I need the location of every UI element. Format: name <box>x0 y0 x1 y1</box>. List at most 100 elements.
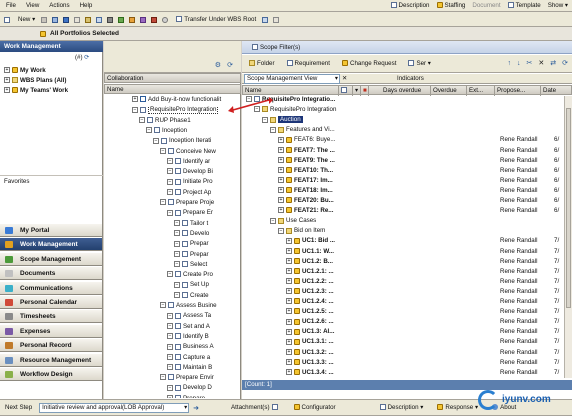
scope-tree-row[interactable]: − RequisitePro Integratio... <box>242 96 564 104</box>
scope-tree-row[interactable]: + UC1.2.2: ... Rene Randall 7/ <box>242 278 564 286</box>
collab-tree-row[interactable]: − Prepar <box>104 240 241 248</box>
transfer-button[interactable]: Transfer Under WBS Root <box>173 15 259 25</box>
menu-actions[interactable]: Actions <box>49 1 69 11</box>
collab-name-header[interactable]: Name <box>104 84 241 94</box>
expand-icon[interactable]: − <box>167 322 173 329</box>
expand-icon[interactable]: + <box>286 298 292 305</box>
expand-icon[interactable]: + <box>4 87 10 94</box>
collab-tree-row[interactable]: − Business A <box>104 343 241 351</box>
collab-settings-icon[interactable]: ⚙ <box>215 61 221 69</box>
scope-tree-row[interactable]: + UC1.3.3: ... Rene Randall 7/ <box>242 359 564 367</box>
collab-refresh-icon[interactable]: ⟳ <box>227 61 233 69</box>
nav-personal-record[interactable]: Personal Record <box>0 339 102 353</box>
col-overdue[interactable]: Overdue <box>431 86 467 96</box>
expand-icon[interactable]: − <box>167 333 173 340</box>
scope-refresh-icon[interactable]: ⟳ <box>562 59 568 69</box>
tool-icon-12[interactable] <box>262 16 269 23</box>
nav-expenses[interactable]: Expenses <box>0 324 102 338</box>
expand-icon[interactable]: − <box>167 384 173 391</box>
collab-tree-row[interactable]: − Create Pro <box>104 271 241 279</box>
next-step-select[interactable]: Initiative review and approval(LOB Appro… <box>39 403 190 413</box>
collab-tree-row[interactable]: − Assess Ta <box>104 312 241 320</box>
expand-icon[interactable]: − <box>146 127 152 134</box>
nav-documents[interactable]: Documents <box>0 267 102 281</box>
next-step-button[interactable]: Next Step <box>2 403 35 413</box>
collab-tree-row[interactable]: − Select <box>104 261 241 269</box>
expand-icon[interactable]: + <box>286 358 292 365</box>
expand-icon[interactable]: + <box>132 96 138 103</box>
expand-icon[interactable]: − <box>139 116 145 123</box>
collab-tree-row[interactable]: − Develop Bi <box>104 168 241 176</box>
tool-icon-7[interactable] <box>107 16 114 23</box>
expand-icon[interactable]: + <box>286 288 292 295</box>
collab-tree-row[interactable]: − Prepare Envir <box>104 374 241 382</box>
expand-icon[interactable]: − <box>167 353 173 360</box>
scope-tree-row[interactable]: + FEAT9: The ... Rene Randall 6/ <box>242 157 564 165</box>
expand-icon[interactable]: + <box>278 207 284 214</box>
tree-item-wbs-plans[interactable]: + WBS Plans (All) <box>4 77 102 85</box>
staffing-tab[interactable]: Staffing <box>436 1 465 11</box>
expand-icon[interactable]: + <box>4 77 10 84</box>
scope-tree-row[interactable]: + FEAT7: The ... Rene Randall 6/ <box>242 147 564 155</box>
scope-tree-row[interactable]: + UC1.2: B... Rene Randall 7/ <box>242 258 564 266</box>
collab-tree-row[interactable]: − Tailor t <box>104 220 241 228</box>
expand-icon[interactable]: − <box>174 250 180 257</box>
scope-tree-row[interactable]: + UC1.1: W... Rene Randall 7/ <box>242 248 564 256</box>
move-up-icon[interactable]: ↑ <box>508 59 512 69</box>
expand-icon[interactable]: + <box>278 146 284 153</box>
collab-tree-row[interactable]: − RequisitePro Integration <box>104 106 241 115</box>
collab-tree-row[interactable]: − Inception Iterati <box>104 137 241 145</box>
change-request-button[interactable]: Change Request <box>339 59 399 69</box>
col-filter[interactable]: ▾ <box>353 86 361 96</box>
nav-communications[interactable]: Communications <box>0 281 102 295</box>
collab-tree-row[interactable]: − Maintain B <box>104 364 241 372</box>
tool-icon-5[interactable] <box>85 16 92 23</box>
response-button[interactable]: Response ▾ <box>434 403 481 413</box>
expand-icon[interactable]: − <box>167 189 173 196</box>
expand-icon[interactable]: − <box>160 374 166 381</box>
expand-icon[interactable]: − <box>174 261 180 268</box>
scope-tree-row[interactable]: − RequisitePro Integration <box>242 106 564 114</box>
col-days-overdue[interactable]: Days overdue <box>381 86 431 96</box>
tool-icon-6[interactable] <box>96 16 103 23</box>
expand-icon[interactable]: − <box>167 158 173 165</box>
menu-view[interactable]: View <box>26 1 39 11</box>
expand-icon[interactable]: + <box>278 156 284 163</box>
refresh-icon[interactable]: ⟳ <box>84 54 89 61</box>
scope-tree-row[interactable]: + FEAT20: Bu... Rene Randall 6/ <box>242 197 564 205</box>
tree-item-my-work[interactable]: + My Work <box>4 67 102 75</box>
scope-tree-row[interactable]: + FEAT6: Buye... Rene Randall 6/ <box>242 136 564 144</box>
expand-icon[interactable]: − <box>278 227 284 234</box>
expand-icon[interactable]: + <box>4 67 10 74</box>
collab-tree-row[interactable]: − Conceive New <box>104 148 241 156</box>
tool-icon-4[interactable] <box>74 16 81 23</box>
folder-button[interactable]: Folder <box>246 59 278 69</box>
view-selector[interactable]: Scope Management View ▾ <box>244 74 340 84</box>
collab-tree-row[interactable]: − Develo <box>104 230 241 238</box>
status-description-button[interactable]: Description ▾ <box>377 403 427 413</box>
expand-icon[interactable]: − <box>167 168 173 175</box>
expand-icon[interactable]: + <box>286 369 292 376</box>
collab-tree-row[interactable]: − Prepare <box>104 395 241 398</box>
expand-icon[interactable]: − <box>167 271 173 278</box>
expand-icon[interactable]: − <box>167 343 173 350</box>
expand-icon[interactable]: + <box>278 167 284 174</box>
scope-tree-row[interactable]: + UC1.2.4: ... Rene Randall 7/ <box>242 298 564 306</box>
scope-tree-row[interactable]: + UC1.3.2: ... Rene Randall 7/ <box>242 349 564 357</box>
col-doc[interactable] <box>339 86 353 96</box>
template-tab[interactable]: Template <box>507 1 541 11</box>
configurator-button[interactable]: Configurator <box>291 403 339 413</box>
scope-tree-row[interactable]: − Bid on Item <box>242 227 564 235</box>
expand-icon[interactable]: + <box>286 257 292 264</box>
scroll-thumb[interactable] <box>566 108 571 308</box>
col-name[interactable]: Name <box>243 86 339 96</box>
expand-icon[interactable]: + <box>278 177 284 184</box>
scope-tree-row[interactable]: + UC1.3.1: ... Rene Randall 7/ <box>242 338 564 346</box>
expand-icon[interactable]: + <box>286 328 292 335</box>
delete-icon[interactable]: ✕ <box>538 59 544 69</box>
tool-icon-1[interactable] <box>41 16 48 23</box>
scope-tree-row[interactable]: − Auction <box>242 116 564 124</box>
col-flag[interactable]: ■ <box>361 86 369 96</box>
expand-icon[interactable]: − <box>262 116 268 123</box>
collab-tree-row[interactable]: − Inception <box>104 127 241 135</box>
